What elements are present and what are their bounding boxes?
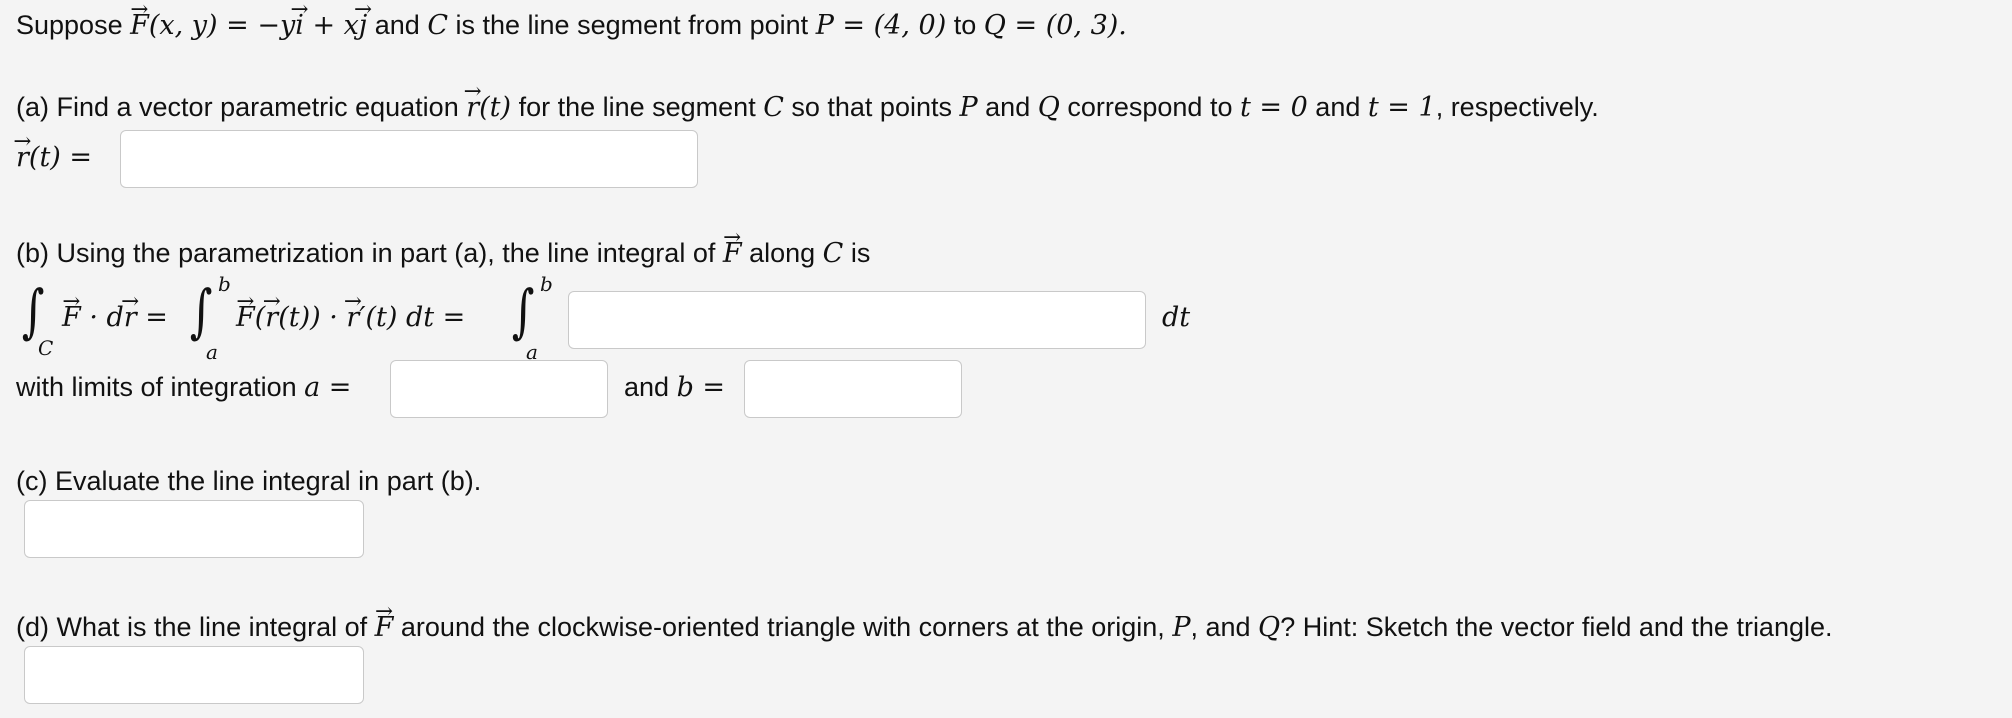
unit-vector-i: i bbox=[295, 10, 304, 41]
part-a-text: correspond to bbox=[1059, 92, 1240, 122]
part-a-prefix: (a) Find a vector parametric equation bbox=[16, 92, 467, 122]
integral-1-subscript: C bbox=[38, 336, 54, 360]
integral-sign-2: ∫ bbox=[189, 277, 213, 345]
vector-r: r bbox=[124, 302, 137, 333]
part-a-question: (a) Find a vector parametric equation r(… bbox=[16, 92, 1599, 123]
curve-C: C bbox=[427, 10, 448, 41]
part-d-suffix: ? Hint: Sketch the vector field and the … bbox=[1280, 612, 1833, 642]
to-text: to bbox=[946, 10, 984, 40]
segment-text: is the line segment from point bbox=[448, 10, 816, 40]
and-text: , and bbox=[1190, 612, 1259, 642]
problem-statement: Suppose F(x, y) = −yi + xj and C is the … bbox=[16, 10, 1127, 41]
curve-C: C bbox=[822, 238, 844, 269]
limits-text: with limits of integration bbox=[16, 372, 305, 402]
and-text: and bbox=[367, 10, 428, 40]
point-Q: Q bbox=[1258, 612, 1281, 643]
t-equals-0: t = 0 bbox=[1239, 92, 1308, 123]
b-label: and b = bbox=[624, 372, 725, 403]
part-d-prefix: (d) What is the line integral of bbox=[16, 612, 375, 642]
equals-sign: = bbox=[136, 302, 168, 333]
part-b-prefix: (b) Using the parametrization in part (a… bbox=[16, 238, 723, 268]
vector-r: r bbox=[466, 92, 479, 123]
part-b-suffix: is bbox=[843, 238, 871, 268]
vector-F: F bbox=[130, 10, 149, 41]
part-b-question: (b) Using the parametrization in part (a… bbox=[16, 238, 870, 269]
along-text: along bbox=[741, 238, 823, 268]
r-of-t-label: r(t) = bbox=[16, 142, 92, 173]
point-P: P bbox=[1172, 612, 1191, 643]
integral-2-integrand: F(r(t)) · r′(t) dt = bbox=[236, 302, 465, 333]
point-P-definition: P = (4, 0) bbox=[815, 10, 947, 41]
and-text: and bbox=[977, 92, 1038, 122]
integral-1-integrand: F · dr = bbox=[62, 302, 168, 333]
limits-of-integration: with limits of integration a = bbox=[16, 372, 351, 403]
dt-label: dt bbox=[1162, 302, 1191, 333]
part-c-answer-input[interactable] bbox=[24, 500, 364, 558]
part-d-answer-input[interactable] bbox=[24, 646, 364, 704]
integral-sign-3: ∫ bbox=[511, 277, 535, 345]
curve-C: C bbox=[763, 92, 784, 123]
r-of-t: (t) bbox=[479, 92, 512, 123]
integral-2-upper-limit: b bbox=[218, 272, 231, 296]
upper-limit-b-input[interactable] bbox=[744, 360, 962, 418]
t-equals-1: t = 1 bbox=[1367, 92, 1436, 123]
vector-F: F bbox=[375, 612, 394, 643]
vector-F: F bbox=[62, 302, 81, 333]
r-of-t-answer-input[interactable] bbox=[120, 130, 698, 188]
integral-3-upper-limit: b bbox=[540, 272, 553, 296]
part-d-question: (d) What is the line integral of F aroun… bbox=[16, 612, 1833, 643]
part-a-suffix: , respectively. bbox=[1435, 92, 1599, 122]
vector-r: r bbox=[346, 302, 359, 333]
vector-F: F bbox=[236, 302, 255, 333]
part-a-text: so that points bbox=[783, 92, 960, 122]
part-d-text: around the clockwise-oriented triangle w… bbox=[393, 612, 1173, 642]
integrand-answer-input[interactable] bbox=[568, 291, 1146, 349]
vector-r: r bbox=[265, 302, 278, 333]
lower-limit-a-input[interactable] bbox=[390, 360, 608, 418]
field-definition-part2: + x bbox=[303, 10, 359, 41]
integral-2-lower-limit: a bbox=[206, 340, 218, 364]
suppose-text: Suppose bbox=[16, 10, 123, 40]
r-of-t-equals: (t) = bbox=[28, 142, 93, 173]
vector-r: r bbox=[16, 142, 29, 173]
r-prime-dt-equals: ′(t) dt = bbox=[359, 302, 466, 333]
point-P: P bbox=[959, 92, 978, 123]
point-Q-definition: Q = (0, 3). bbox=[983, 10, 1127, 41]
close-paren-dot: (t)) · bbox=[278, 302, 347, 333]
part-c-question: (c) Evaluate the line integral in part (… bbox=[16, 466, 482, 496]
integral-sign-1: ∫ bbox=[21, 277, 45, 345]
vector-F: F bbox=[723, 238, 742, 269]
a-equals: a = bbox=[304, 372, 352, 403]
part-a-text: for the line segment bbox=[511, 92, 764, 122]
point-Q: Q bbox=[1037, 92, 1060, 123]
unit-vector-j: j bbox=[359, 10, 367, 41]
and-text: and bbox=[624, 372, 677, 402]
dot-d: · d bbox=[80, 302, 124, 333]
and-text: and bbox=[1307, 92, 1368, 122]
field-definition-part1: (x, y) = −y bbox=[148, 10, 296, 41]
b-equals: b = bbox=[676, 372, 726, 403]
